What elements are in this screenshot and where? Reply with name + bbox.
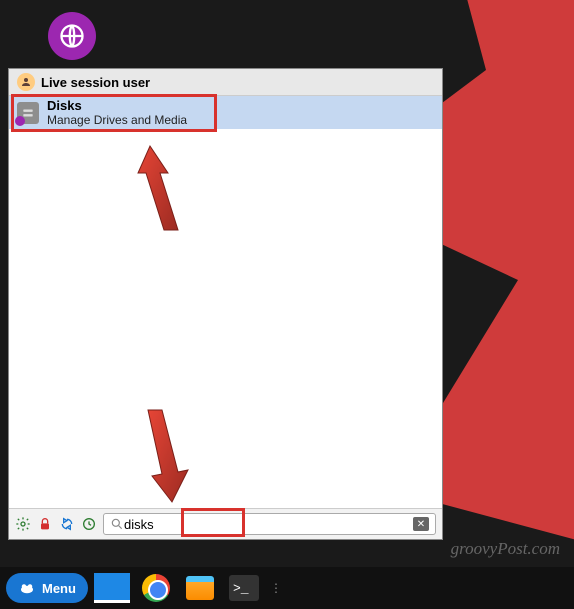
taskbar-chrome[interactable] [136, 571, 176, 605]
updates-icon[interactable] [59, 516, 75, 532]
search-input[interactable] [124, 517, 413, 532]
terminal-icon: >_ [229, 575, 259, 601]
menu-button[interactable]: Menu [6, 573, 88, 603]
application-menu-popup: Live session user Disks Manage Drives an… [8, 68, 443, 540]
menu-header: Live session user [9, 69, 442, 96]
search-box[interactable]: ✕ [103, 513, 436, 535]
taskbar-files[interactable] [180, 571, 220, 605]
menu-logo-icon [18, 579, 36, 597]
desktop-icon [94, 573, 130, 603]
taskbar-overflow-icon[interactable]: ⋮ [270, 581, 282, 595]
menu-button-label: Menu [42, 581, 76, 596]
search-icon [110, 517, 124, 531]
menu-footer: ✕ [9, 508, 442, 539]
watermark-text: groovyPost.com [451, 539, 560, 559]
globe-icon [58, 22, 86, 50]
disks-app-icon [17, 102, 39, 124]
browser-launcher-icon[interactable] [48, 12, 96, 60]
files-icon [186, 576, 214, 600]
result-text: Disks Manage Drives and Media [47, 98, 187, 127]
taskbar-show-desktop[interactable] [92, 571, 132, 605]
taskbar-terminal[interactable]: >_ [224, 571, 264, 605]
restart-icon[interactable] [81, 516, 97, 532]
settings-icon[interactable] [15, 516, 31, 532]
clear-search-icon[interactable]: ✕ [413, 517, 429, 531]
chrome-icon [142, 574, 170, 602]
user-name-label: Live session user [41, 75, 150, 90]
user-avatar-icon [17, 73, 35, 91]
result-title: Disks [47, 98, 187, 113]
search-result-disks[interactable]: Disks Manage Drives and Media [9, 96, 442, 129]
search-results-list: Disks Manage Drives and Media [9, 96, 442, 508]
result-description: Manage Drives and Media [47, 113, 187, 127]
taskbar: Menu >_ ⋮ [0, 567, 574, 609]
lock-icon[interactable] [37, 516, 53, 532]
